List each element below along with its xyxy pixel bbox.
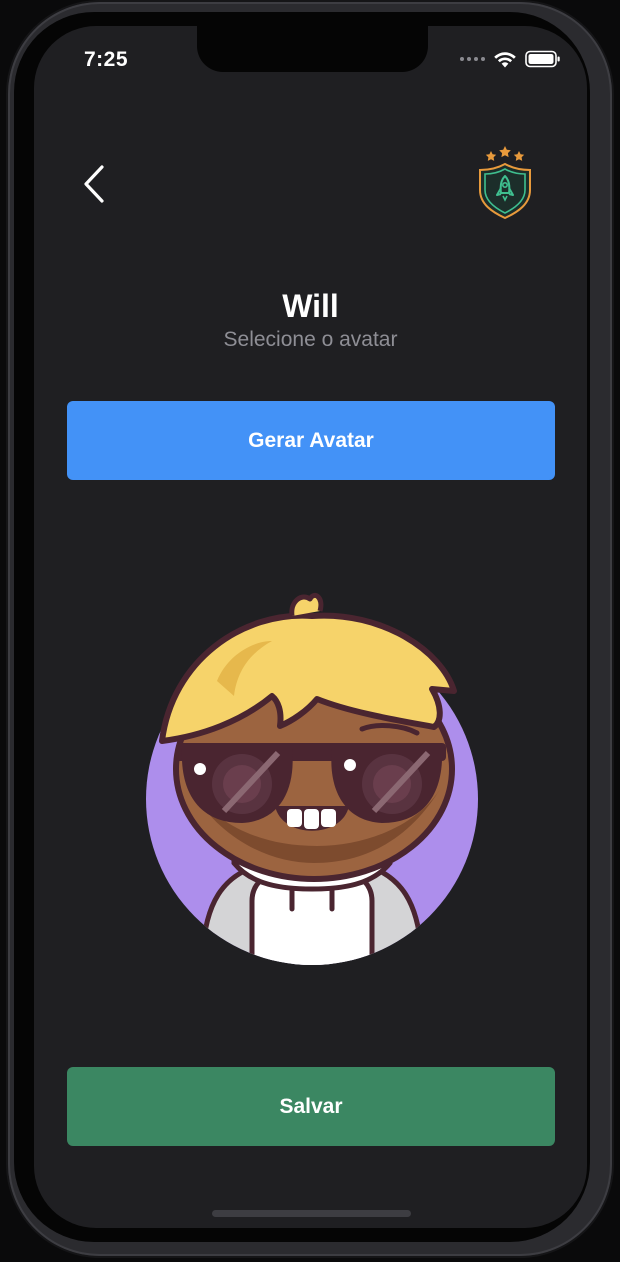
home-indicator[interactable] (212, 1210, 411, 1217)
rocket-shield-badge-icon (479, 146, 531, 220)
status-time: 7:25 (84, 48, 129, 71)
app-screen: 7:25 Will Selecione o avatar Gerar Avata… (34, 26, 587, 1228)
chevron-left-icon (84, 165, 104, 203)
save-button[interactable]: Salvar (67, 1067, 555, 1146)
cellular-signal-icon (460, 57, 485, 61)
profile-subtitle: Selecione o avatar (223, 328, 398, 351)
back-button[interactable] (74, 162, 114, 206)
status-icons (460, 50, 561, 68)
wifi-icon (494, 52, 516, 68)
avatar-image (146, 593, 478, 965)
battery-icon (525, 50, 560, 68)
profile-name: Will (282, 288, 339, 324)
device-notch (197, 26, 428, 72)
generate-avatar-button[interactable]: Gerar Avatar (67, 401, 555, 480)
